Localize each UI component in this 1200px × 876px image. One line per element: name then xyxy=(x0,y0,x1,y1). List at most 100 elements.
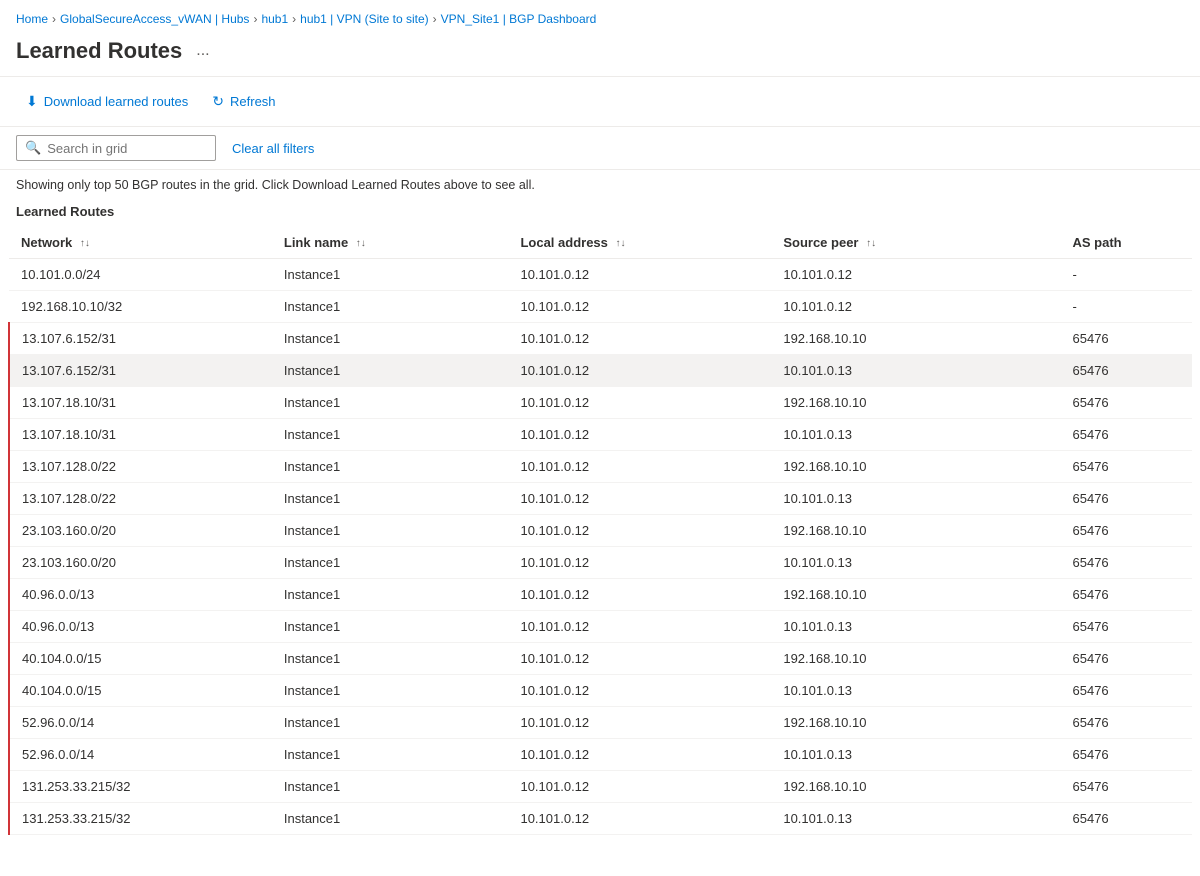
link-cell: Instance1 xyxy=(272,547,509,579)
table-row[interactable]: 52.96.0.0/14Instance110.101.0.1210.101.0… xyxy=(9,739,1192,771)
as-path-cell: 65476 xyxy=(1061,451,1192,483)
ellipsis-button[interactable]: ... xyxy=(190,40,215,62)
as-path-cell: 65476 xyxy=(1061,515,1192,547)
link-cell: Instance1 xyxy=(272,515,509,547)
network-cell: 13.107.128.0/22 xyxy=(9,483,272,515)
table-row[interactable]: 13.107.18.10/31Instance110.101.0.12192.1… xyxy=(9,387,1192,419)
as-path-cell: 65476 xyxy=(1061,643,1192,675)
network-cell: 40.96.0.0/13 xyxy=(9,611,272,643)
as-path-cell: 65476 xyxy=(1061,355,1192,387)
refresh-button[interactable]: ↻ Refresh xyxy=(202,87,285,116)
local-cell: 10.101.0.12 xyxy=(508,323,771,355)
table-header: Network ↑↓ Link name ↑↓ Local address ↑↓… xyxy=(9,227,1192,259)
search-icon: 🔍 xyxy=(25,140,41,156)
as-path-cell: 65476 xyxy=(1061,707,1192,739)
table-row[interactable]: 52.96.0.0/14Instance110.101.0.12192.168.… xyxy=(9,707,1192,739)
as-path-cell: 65476 xyxy=(1061,739,1192,771)
table-row[interactable]: 40.96.0.0/13Instance110.101.0.1210.101.0… xyxy=(9,611,1192,643)
network-cell: 23.103.160.0/20 xyxy=(9,547,272,579)
local-cell: 10.101.0.12 xyxy=(508,451,771,483)
table-row[interactable]: 192.168.10.10/32Instance110.101.0.1210.1… xyxy=(9,291,1192,323)
network-cell: 13.107.128.0/22 xyxy=(9,451,272,483)
search-box[interactable]: 🔍 xyxy=(16,135,216,161)
network-cell: 10.101.0.0/24 xyxy=(9,259,272,291)
network-cell: 13.107.18.10/31 xyxy=(9,387,272,419)
table-row[interactable]: 13.107.18.10/31Instance110.101.0.1210.10… xyxy=(9,419,1192,451)
source-cell: 10.101.0.12 xyxy=(771,259,1060,291)
as-path-cell: 65476 xyxy=(1061,387,1192,419)
download-label: Download learned routes xyxy=(44,94,189,109)
table-row[interactable]: 13.107.128.0/22Instance110.101.0.1210.10… xyxy=(9,483,1192,515)
source-cell: 192.168.10.10 xyxy=(771,579,1060,611)
source-cell: 10.101.0.13 xyxy=(771,739,1060,771)
breadcrumb: Home › GlobalSecureAccess_vWAN | Hubs › … xyxy=(0,0,1200,34)
section-title: Learned Routes xyxy=(0,200,1200,227)
breadcrumb-item-2[interactable]: hub1 xyxy=(261,12,288,26)
table-row[interactable]: 10.101.0.0/24Instance110.101.0.1210.101.… xyxy=(9,259,1192,291)
network-cell: 40.96.0.0/13 xyxy=(9,579,272,611)
network-cell: 52.96.0.0/14 xyxy=(9,707,272,739)
source-cell: 192.168.10.10 xyxy=(771,771,1060,803)
link-cell: Instance1 xyxy=(272,355,509,387)
breadcrumb-separator: › xyxy=(52,12,56,26)
source-cell: 192.168.10.10 xyxy=(771,387,1060,419)
table-row[interactable]: 23.103.160.0/20Instance110.101.0.1210.10… xyxy=(9,547,1192,579)
link-cell: Instance1 xyxy=(272,611,509,643)
source-cell: 10.101.0.13 xyxy=(771,547,1060,579)
local-cell: 10.101.0.12 xyxy=(508,419,771,451)
clear-filters-button[interactable]: Clear all filters xyxy=(232,137,314,160)
breadcrumb-item-0[interactable]: Home xyxy=(16,12,48,26)
table-row[interactable]: 131.253.33.215/32Instance110.101.0.1210.… xyxy=(9,803,1192,835)
table-row[interactable]: 40.104.0.0/15Instance110.101.0.1210.101.… xyxy=(9,675,1192,707)
page-header: Learned Routes ... xyxy=(0,34,1200,77)
link-cell: Instance1 xyxy=(272,291,509,323)
as-path-cell: - xyxy=(1061,259,1192,291)
source-cell: 10.101.0.13 xyxy=(771,675,1060,707)
local-cell: 10.101.0.12 xyxy=(508,291,771,323)
source-cell: 192.168.10.10 xyxy=(771,323,1060,355)
source-cell: 10.101.0.12 xyxy=(771,291,1060,323)
table-row[interactable]: 13.107.128.0/22Instance110.101.0.12192.1… xyxy=(9,451,1192,483)
sort-icon-link[interactable]: ↑↓ xyxy=(356,239,366,249)
toolbar: ⬇ Download learned routes ↻ Refresh xyxy=(0,77,1200,127)
table-row[interactable]: 13.107.6.152/31Instance110.101.0.12192.1… xyxy=(9,323,1192,355)
sort-icon-network[interactable]: ↑↓ xyxy=(80,239,90,249)
table-row[interactable]: 23.103.160.0/20Instance110.101.0.12192.1… xyxy=(9,515,1192,547)
local-cell: 10.101.0.12 xyxy=(508,515,771,547)
col-local: Local address ↑↓ xyxy=(508,227,771,259)
table-row[interactable]: 40.104.0.0/15Instance110.101.0.12192.168… xyxy=(9,643,1192,675)
breadcrumb-item-4[interactable]: VPN_Site1 | BGP Dashboard xyxy=(441,12,597,26)
refresh-label: Refresh xyxy=(230,94,276,109)
link-cell: Instance1 xyxy=(272,771,509,803)
breadcrumb-item-1[interactable]: GlobalSecureAccess_vWAN | Hubs xyxy=(60,12,249,26)
sort-icon-source[interactable]: ↑↓ xyxy=(866,239,876,249)
col-source: Source peer ↑↓ xyxy=(771,227,1060,259)
network-cell: 131.253.33.215/32 xyxy=(9,803,272,835)
as-path-cell: 65476 xyxy=(1061,419,1192,451)
link-cell: Instance1 xyxy=(272,739,509,771)
download-button[interactable]: ⬇ Download learned routes xyxy=(16,87,198,116)
page-title: Learned Routes xyxy=(16,38,182,64)
col-link: Link name ↑↓ xyxy=(272,227,509,259)
local-cell: 10.101.0.12 xyxy=(508,387,771,419)
table-row[interactable]: 131.253.33.215/32Instance110.101.0.12192… xyxy=(9,771,1192,803)
local-cell: 10.101.0.12 xyxy=(508,643,771,675)
network-cell: 13.107.6.152/31 xyxy=(9,323,272,355)
source-cell: 192.168.10.10 xyxy=(771,515,1060,547)
download-icon: ⬇ xyxy=(26,93,38,110)
network-cell: 23.103.160.0/20 xyxy=(9,515,272,547)
info-text: Showing only top 50 BGP routes in the gr… xyxy=(0,170,1200,200)
link-cell: Instance1 xyxy=(272,803,509,835)
sort-icon-local[interactable]: ↑↓ xyxy=(616,239,626,249)
search-input[interactable] xyxy=(47,141,207,156)
network-cell: 13.107.18.10/31 xyxy=(9,419,272,451)
breadcrumb-item-3[interactable]: hub1 | VPN (Site to site) xyxy=(300,12,429,26)
table-row[interactable]: 13.107.6.152/31Instance110.101.0.1210.10… xyxy=(9,355,1192,387)
as-path-cell: 65476 xyxy=(1061,611,1192,643)
refresh-icon: ↻ xyxy=(212,93,224,110)
as-path-cell: - xyxy=(1061,291,1192,323)
network-cell: 40.104.0.0/15 xyxy=(9,675,272,707)
table-row[interactable]: 40.96.0.0/13Instance110.101.0.12192.168.… xyxy=(9,579,1192,611)
as-path-cell: 65476 xyxy=(1061,803,1192,835)
link-cell: Instance1 xyxy=(272,483,509,515)
